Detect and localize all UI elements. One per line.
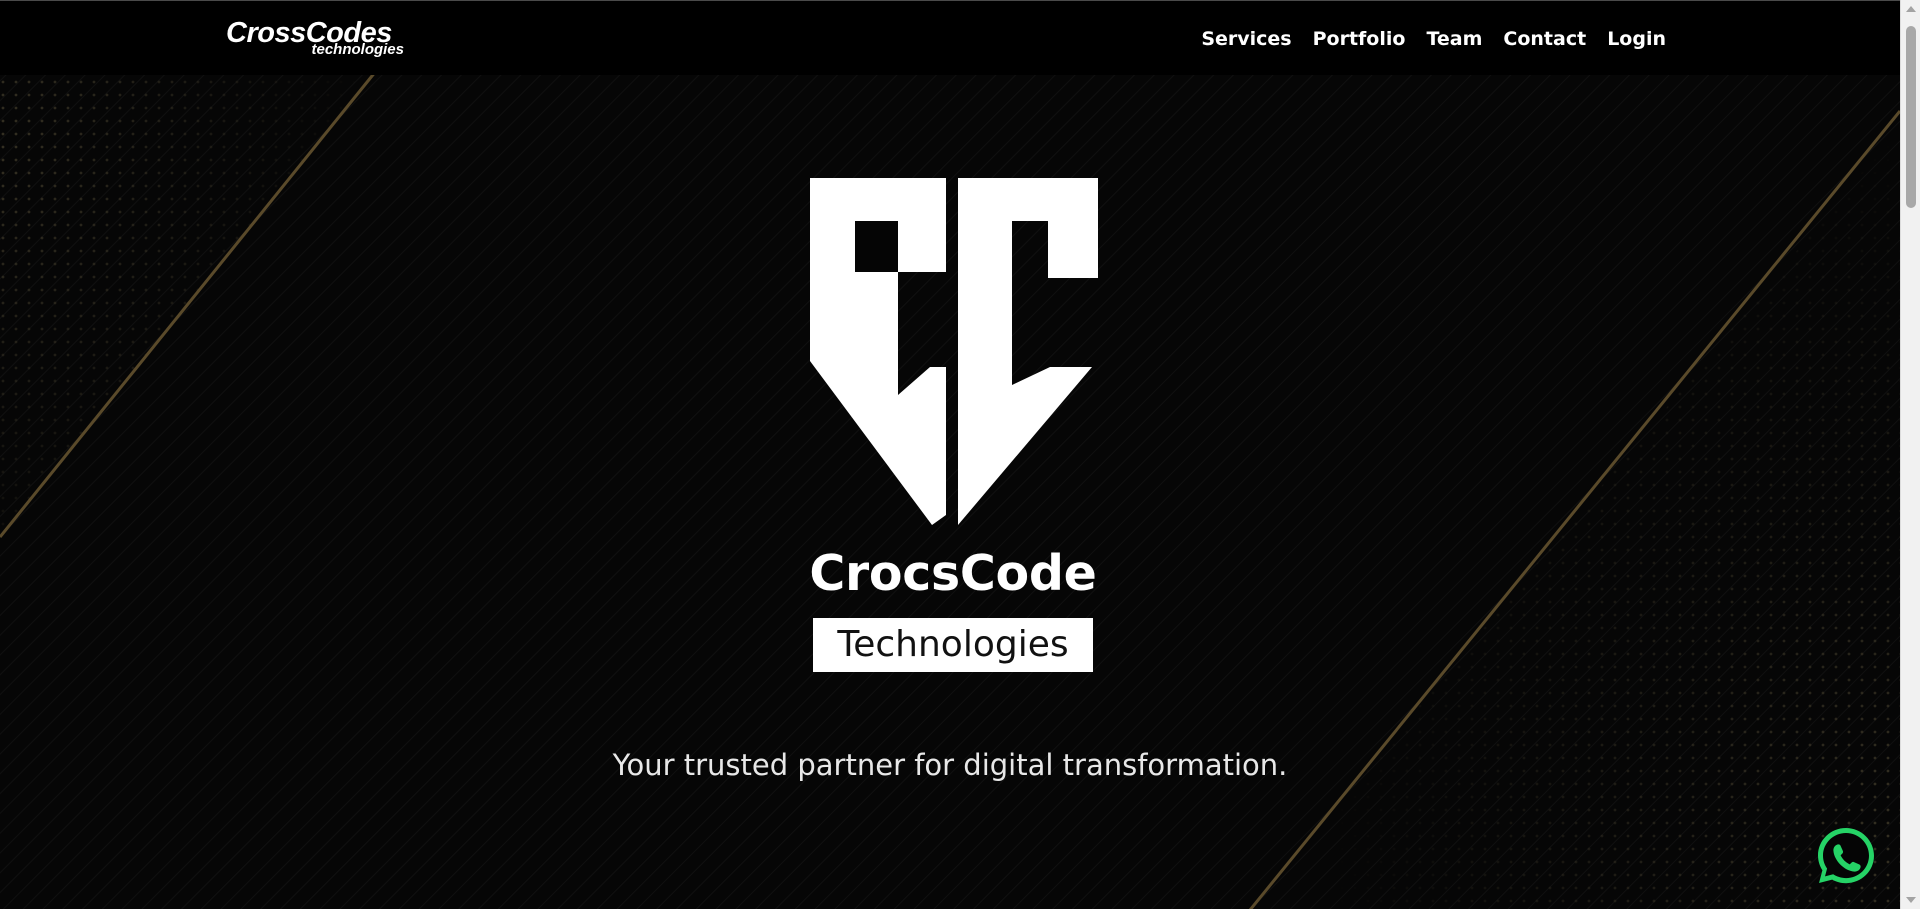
brand-subtitle: technologies (311, 41, 404, 58)
page-viewport: CrossCodes technologies Services Portfol… (0, 0, 1900, 909)
scroll-down-arrow-icon[interactable] (1906, 897, 1916, 903)
main-nav: Services Portfolio Team Contact Login (1201, 27, 1666, 51)
nav-contact[interactable]: Contact (1503, 27, 1586, 51)
scroll-up-arrow-icon[interactable] (1906, 6, 1916, 12)
hero-tagline: Your trusted partner for digital transfo… (612, 748, 1288, 782)
cc-shield-logo (810, 178, 1098, 525)
nav-login[interactable]: Login (1607, 27, 1666, 51)
site-header: CrossCodes technologies Services Portfol… (0, 1, 1900, 75)
scrollbar-thumb[interactable] (1906, 26, 1916, 208)
nav-team[interactable]: Team (1426, 27, 1482, 51)
whatsapp-icon[interactable] (1814, 824, 1878, 888)
nav-services[interactable]: Services (1201, 27, 1291, 51)
brand-logo-link[interactable]: CrossCodes technologies (226, 16, 406, 60)
nav-portfolio[interactable]: Portfolio (1313, 27, 1406, 51)
hero-brand-tag: Technologies (813, 618, 1093, 672)
vertical-scrollbar[interactable] (1900, 0, 1920, 909)
hero-brand-name: CrocsCode (809, 545, 1097, 602)
